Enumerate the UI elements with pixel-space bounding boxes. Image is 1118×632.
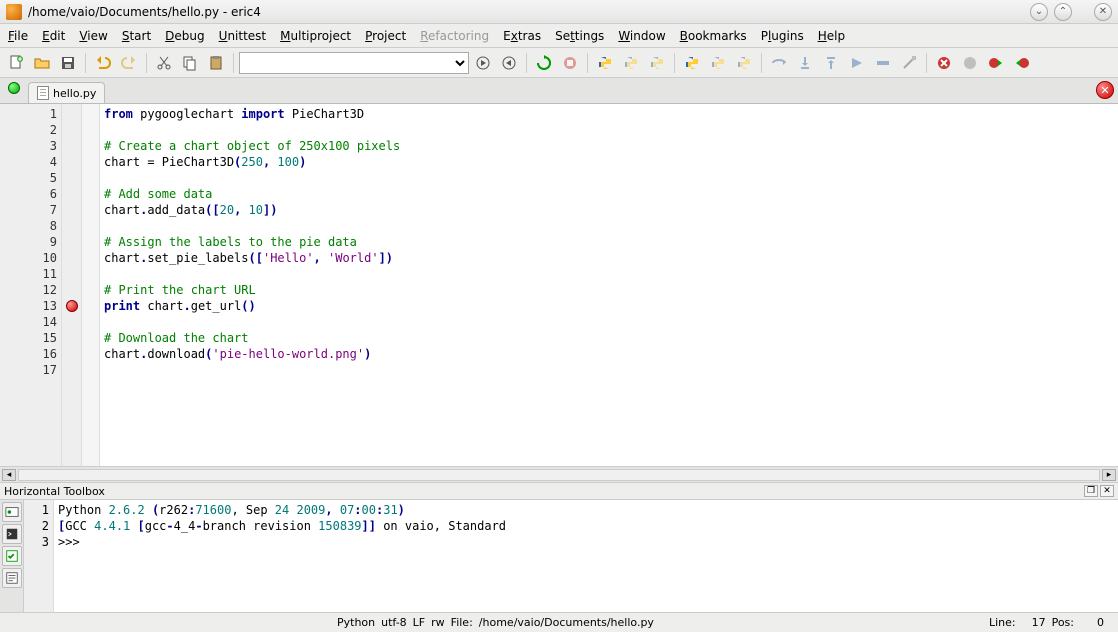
menu-edit[interactable]: Edit <box>42 29 65 43</box>
toolbox-close-button[interactable]: ✕ <box>1100 485 1114 497</box>
cut-button[interactable] <box>152 51 176 75</box>
breakpoint-icon[interactable] <box>66 300 78 312</box>
python-icon-5[interactable] <box>706 51 730 75</box>
python-icon-1[interactable] <box>593 51 617 75</box>
status-file-label: File: <box>451 616 473 629</box>
menu-refactoring: Refactoring <box>420 29 489 43</box>
code-editor[interactable]: from pygooglechart import PieChart3D# Cr… <box>100 104 1118 466</box>
menu-debug[interactable]: Debug <box>165 29 204 43</box>
scroll-right-button[interactable]: ▸ <box>1102 469 1116 481</box>
redo-button[interactable] <box>117 51 141 75</box>
scroll-left-button[interactable]: ◂ <box>2 469 16 481</box>
menu-start[interactable]: Start <box>122 29 151 43</box>
editor-tab[interactable]: hello.py <box>28 82 105 103</box>
document-icon <box>37 86 49 100</box>
menu-bookmarks[interactable]: Bookmarks <box>680 29 747 43</box>
step-out-button[interactable] <box>819 51 843 75</box>
status-encoding: utf-8 <box>381 616 407 629</box>
titlebar: /home/vaio/Documents/hello.py - eric4 ⌄ … <box>0 0 1118 24</box>
run-script-button[interactable] <box>471 51 495 75</box>
copy-button[interactable] <box>178 51 202 75</box>
python-icon-3[interactable] <box>645 51 669 75</box>
python-icon-2[interactable] <box>619 51 643 75</box>
toolbox-tab-shell[interactable] <box>2 502 22 522</box>
toolbox-title: Horizontal Toolbox <box>4 485 105 498</box>
window-title: /home/vaio/Documents/hello.py - eric4 <box>28 5 261 19</box>
breakpoint-margin[interactable] <box>62 104 82 466</box>
undo-button[interactable] <box>91 51 115 75</box>
menu-window[interactable]: Window <box>618 29 665 43</box>
close-tab-button[interactable]: ✕ <box>1096 81 1114 99</box>
eval-button[interactable] <box>897 51 921 75</box>
minimize-button[interactable]: ⌄ <box>1030 3 1048 21</box>
shell-output[interactable]: Python 2.6.2 (r262:71600, Sep 24 2009, 0… <box>54 500 1118 612</box>
menu-project[interactable]: Project <box>365 29 406 43</box>
status-led-icon <box>8 82 20 94</box>
scroll-track[interactable] <box>18 469 1100 481</box>
menu-plugins[interactable]: Plugins <box>761 29 804 43</box>
toolbox-header: Horizontal Toolbox ❐ ✕ <box>0 482 1118 500</box>
menu-view[interactable]: View <box>79 29 107 43</box>
menu-file[interactable]: File <box>8 29 28 43</box>
paste-button[interactable] <box>204 51 228 75</box>
exceptions-button[interactable] <box>958 51 982 75</box>
step-over-button[interactable] <box>767 51 791 75</box>
status-eol: LF <box>413 616 425 629</box>
restart-button[interactable] <box>532 51 556 75</box>
python-icon-6[interactable] <box>732 51 756 75</box>
new-file-button[interactable] <box>4 51 28 75</box>
open-file-button[interactable] <box>30 51 54 75</box>
stop-button[interactable] <box>558 51 582 75</box>
clear-breakpoints-button[interactable] <box>932 51 956 75</box>
toolbox-float-button[interactable]: ❐ <box>1084 485 1098 497</box>
status-pos: 0 <box>1080 616 1104 629</box>
python-icon-4[interactable] <box>680 51 704 75</box>
line-number-gutter[interactable]: 1234567891011121314151617 <box>0 104 62 466</box>
step-into-button[interactable] <box>793 51 817 75</box>
fold-column[interactable] <box>82 104 100 466</box>
menubar: File Edit View Start Debug Unittest Mult… <box>0 24 1118 48</box>
menu-extras[interactable]: Extras <box>503 29 541 43</box>
status-mode: rw <box>431 616 445 629</box>
debug-script-button[interactable] <box>497 51 521 75</box>
run-to-cursor-button[interactable] <box>871 51 895 75</box>
menu-settings[interactable]: Settings <box>555 29 604 43</box>
toolbox-sidebar <box>0 500 24 612</box>
status-pos-label: Pos: <box>1052 616 1074 629</box>
horizontal-scrollbar[interactable]: ◂ ▸ <box>0 466 1118 482</box>
shell-panel: 123 Python 2.6.2 (r262:71600, Sep 24 200… <box>24 500 1118 612</box>
save-button[interactable] <box>56 51 80 75</box>
menu-help[interactable]: Help <box>818 29 845 43</box>
status-line-label: Line: <box>989 616 1016 629</box>
continue-button[interactable] <box>845 51 869 75</box>
editor-tabbar: hello.py ✕ <box>0 78 1118 104</box>
editor-area: 1234567891011121314151617 from pygooglec… <box>0 104 1118 482</box>
status-file-path: /home/vaio/Documents/hello.py <box>479 616 654 629</box>
breakpoint-prev-button[interactable] <box>1010 51 1034 75</box>
status-line: 17 <box>1022 616 1046 629</box>
quick-find-combo[interactable] <box>239 52 469 74</box>
maximize-button[interactable]: ⌃ <box>1054 3 1072 21</box>
toolbar <box>0 48 1118 78</box>
toolbox-tab-terminal[interactable] <box>2 524 22 544</box>
menu-multiproject[interactable]: Multiproject <box>280 29 351 43</box>
menu-unittest[interactable]: Unittest <box>219 29 267 43</box>
status-language: Python <box>337 616 375 629</box>
breakpoint-next-button[interactable] <box>984 51 1008 75</box>
close-window-button[interactable]: ✕ <box>1094 3 1112 21</box>
app-icon <box>6 4 22 20</box>
horizontal-toolbox: 123 Python 2.6.2 (r262:71600, Sep 24 200… <box>0 500 1118 612</box>
toolbox-tab-tasks[interactable] <box>2 546 22 566</box>
toolbox-tab-log[interactable] <box>2 568 22 588</box>
statusbar: Python utf-8 LF rw File: /home/vaio/Docu… <box>0 612 1118 632</box>
tab-filename: hello.py <box>53 87 96 100</box>
